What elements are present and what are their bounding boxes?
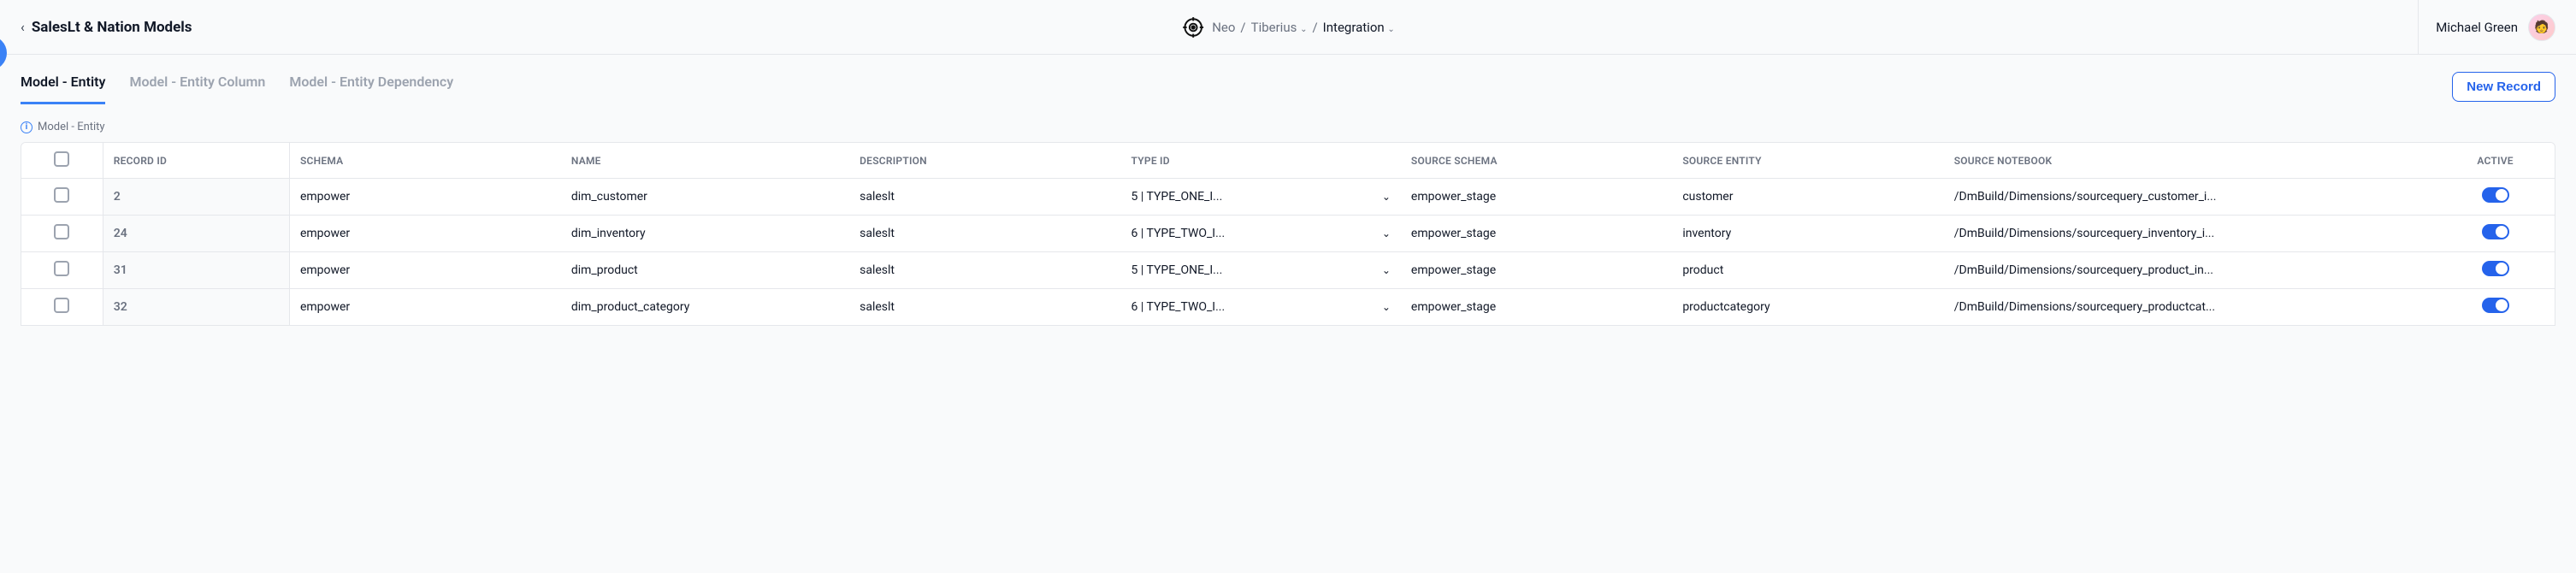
chevron-down-icon: ⌄ (1387, 25, 1394, 34)
user-name: Michael Green (2436, 20, 2518, 35)
cell-schema: empower (289, 289, 560, 326)
cell-description: saleslt (849, 216, 1120, 252)
col-type-id[interactable]: TYPE ID (1121, 143, 1401, 179)
cell-source-entity: inventory (1672, 216, 1943, 252)
cell-source-entity: customer (1672, 179, 1943, 216)
cell-type-id[interactable]: 6 | TYPE_TWO_I...⌄ (1121, 216, 1401, 252)
cell-source-entity: productcategory (1672, 289, 1943, 326)
row-checkbox[interactable] (54, 224, 69, 239)
app-logo-icon (1181, 15, 1205, 39)
user-menu[interactable]: Michael Green 🧑 (2418, 0, 2555, 54)
section-label-text: Model - Entity (38, 121, 105, 133)
cell-source-notebook: /DmBuild/Dimensions/sourcequery_product_… (1944, 252, 2436, 289)
table-row[interactable]: 24empowerdim_inventorysaleslt6 | TYPE_TW… (21, 216, 2555, 252)
active-toggle[interactable] (2482, 224, 2509, 239)
col-active[interactable]: ACTIVE (2436, 143, 2555, 179)
info-icon: i (21, 121, 32, 133)
breadcrumb-sep1: / (1240, 20, 1245, 35)
cell-type-id[interactable]: 6 | TYPE_TWO_I...⌄ (1121, 289, 1401, 326)
col-source-entity[interactable]: SOURCE ENTITY (1672, 143, 1943, 179)
row-checkbox[interactable] (54, 298, 69, 313)
cell-schema: empower (289, 179, 560, 216)
active-toggle[interactable] (2482, 187, 2509, 203)
col-name[interactable]: NAME (561, 143, 849, 179)
cell-description: saleslt (849, 289, 1120, 326)
table-row[interactable]: 31empowerdim_productsaleslt5 | TYPE_ONE_… (21, 252, 2555, 289)
cell-source-notebook: /DmBuild/Dimensions/sourcequery_productc… (1944, 289, 2436, 326)
chevron-down-icon: ⌄ (1382, 227, 1391, 239)
cell-source-schema: empower_stage (1401, 289, 1672, 326)
tab-model-entity[interactable]: Model - Entity (21, 68, 105, 104)
row-checkbox[interactable] (54, 187, 69, 203)
table-row[interactable]: 2empowerdim_customersaleslt5 | TYPE_ONE_… (21, 179, 2555, 216)
cell-source-notebook: /DmBuild/Dimensions/sourcequery_inventor… (1944, 216, 2436, 252)
breadcrumb-part1: Neo (1212, 20, 1235, 35)
col-source-schema[interactable]: SOURCE SCHEMA (1401, 143, 1672, 179)
cell-name: dim_customer (561, 179, 849, 216)
back-icon[interactable]: ‹ (21, 19, 25, 35)
cell-source-schema: empower_stage (1401, 179, 1672, 216)
cell-source-notebook: /DmBuild/Dimensions/sourcequery_customer… (1944, 179, 2436, 216)
chevron-down-icon: ⌄ (1382, 264, 1391, 276)
table-header-row: RECORD ID SCHEMA NAME DESCRIPTION TYPE I… (21, 143, 2555, 179)
cell-description: saleslt (849, 179, 1120, 216)
content: Model - Entity Model - Entity Column Mod… (0, 55, 2576, 326)
breadcrumb-sep2: / (1312, 20, 1317, 35)
avatar[interactable]: 🧑 (2528, 14, 2555, 41)
topbar: ‹ SalesLt & Nation Models Neo / Tiberius… (0, 0, 2576, 55)
page-title: SalesLt & Nation Models (32, 19, 192, 36)
cell-record-id: 32 (103, 289, 289, 326)
active-toggle[interactable] (2482, 298, 2509, 313)
cell-source-entity: product (1672, 252, 1943, 289)
cell-type-id[interactable]: 5 | TYPE_ONE_I...⌄ (1121, 252, 1401, 289)
tab-model-entity-column[interactable]: Model - Entity Column (129, 68, 265, 104)
breadcrumb-part2-dropdown[interactable]: Tiberius ⌄ (1251, 20, 1308, 35)
col-schema[interactable]: SCHEMA (289, 143, 560, 179)
data-table: RECORD ID SCHEMA NAME DESCRIPTION TYPE I… (21, 142, 2555, 326)
cell-schema: empower (289, 252, 560, 289)
col-record-id[interactable]: RECORD ID (103, 143, 289, 179)
breadcrumb: Neo / Tiberius ⌄ / Integration ⌄ (1181, 15, 1395, 39)
cell-name: dim_product (561, 252, 849, 289)
cell-source-schema: empower_stage (1401, 252, 1672, 289)
active-toggle[interactable] (2482, 261, 2509, 276)
table-row[interactable]: 32empowerdim_product_categorysaleslt6 | … (21, 289, 2555, 326)
section-label: i Model - Entity (21, 121, 2555, 133)
cell-type-id[interactable]: 5 | TYPE_ONE_I...⌄ (1121, 179, 1401, 216)
chevron-down-icon: ⌄ (1382, 191, 1391, 203)
select-all-checkbox[interactable] (54, 151, 69, 167)
cell-schema: empower (289, 216, 560, 252)
row-checkbox[interactable] (54, 261, 69, 276)
cell-name: dim_product_category (561, 289, 849, 326)
chevron-down-icon: ⌄ (1382, 301, 1391, 313)
cell-record-id: 2 (103, 179, 289, 216)
cell-description: saleslt (849, 252, 1120, 289)
cell-name: dim_inventory (561, 216, 849, 252)
tab-model-entity-dependency[interactable]: Model - Entity Dependency (289, 68, 453, 104)
tabbar: Model - Entity Model - Entity Column Mod… (21, 68, 2555, 105)
cell-record-id: 31 (103, 252, 289, 289)
cell-source-schema: empower_stage (1401, 216, 1672, 252)
col-description[interactable]: DESCRIPTION (849, 143, 1120, 179)
breadcrumb-part3-dropdown[interactable]: Integration ⌄ (1323, 20, 1395, 35)
cell-record-id: 24 (103, 216, 289, 252)
new-record-button[interactable]: New Record (2452, 72, 2555, 102)
chevron-down-icon: ⌄ (1300, 25, 1307, 34)
col-source-notebook[interactable]: SOURCE NOTEBOOK (1944, 143, 2436, 179)
